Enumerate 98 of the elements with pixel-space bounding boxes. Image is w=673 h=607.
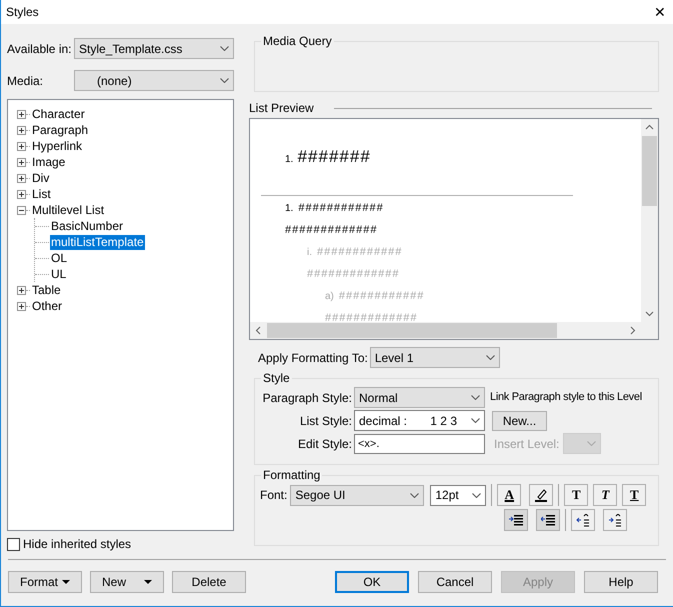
preview-text: ############ xyxy=(298,200,384,216)
tree-item[interactable]: Paragraph xyxy=(31,122,90,138)
field-label: Edit Style: xyxy=(296,436,352,452)
list-marker: a) xyxy=(325,290,334,304)
available-in-select[interactable]: Style_Template.css xyxy=(74,38,234,59)
preview-text: ############# xyxy=(307,266,400,282)
tree-item[interactable]: multiListTemplate xyxy=(50,234,145,250)
expand-icon[interactable] xyxy=(17,126,26,134)
increase-indent-button[interactable] xyxy=(504,509,528,531)
checkbox-label: Hide inherited styles xyxy=(23,536,132,553)
list-marker: 1. xyxy=(285,152,294,166)
preview-text: ############ xyxy=(317,244,402,260)
expand-icon[interactable] xyxy=(17,302,26,310)
move-right-button[interactable] xyxy=(603,509,627,531)
dropdown-caret-icon xyxy=(410,492,420,498)
preview-text: ############ xyxy=(338,288,424,304)
dropdown-caret-icon xyxy=(472,492,482,498)
tree-item[interactable]: Hyperlink xyxy=(31,138,84,154)
list-style-sample: 1 2 3 xyxy=(430,412,457,430)
section-title: List Preview xyxy=(249,100,314,117)
italic-icon: T xyxy=(601,488,610,502)
close-button[interactable]: ✕ xyxy=(654,4,666,20)
tree-item[interactable]: Div xyxy=(31,170,50,186)
dropdown-caret-icon xyxy=(220,46,229,51)
collapse-icon[interactable] xyxy=(17,206,26,214)
media-select[interactable]: (none) xyxy=(74,70,234,91)
dropdown-caret-icon xyxy=(471,395,480,400)
field-label: Media: xyxy=(7,72,44,90)
field-label: List Style: xyxy=(298,412,352,430)
horizontal-scrollbar[interactable] xyxy=(250,322,658,339)
field-label: Paragraph Style: xyxy=(262,390,352,406)
group-title: Style xyxy=(262,370,291,387)
italic-button[interactable]: T xyxy=(593,484,618,506)
font-select[interactable]: Segoe UI xyxy=(290,484,424,506)
preview-text: ############# xyxy=(285,222,378,238)
font-color-button[interactable]: A xyxy=(497,484,522,506)
highlight-button[interactable] xyxy=(529,484,554,506)
list-marker: 1. xyxy=(285,202,294,216)
tree-item[interactable]: Other xyxy=(31,298,64,314)
decrease-indent-icon xyxy=(541,514,555,526)
move-left-button[interactable] xyxy=(571,509,595,531)
dialog-button[interactable]: Cancel xyxy=(418,571,492,593)
dialog-button[interactable]: OK xyxy=(335,571,409,593)
group-title: Formatting xyxy=(262,467,322,484)
underline-button[interactable]: T xyxy=(622,484,646,506)
preview-text: ############# xyxy=(325,310,418,322)
tree-item[interactable]: Multilevel List xyxy=(31,202,106,218)
tree-item[interactable]: BasicNumber xyxy=(50,218,124,234)
dialog-button[interactable]: Delete xyxy=(172,571,246,593)
scrollbar-thumb[interactable] xyxy=(267,323,557,338)
expand-icon[interactable] xyxy=(17,190,26,198)
font-color-icon: A xyxy=(504,489,514,501)
list-marker: i. xyxy=(307,246,312,260)
field-label: Apply Formatting To: xyxy=(258,350,368,366)
caret-icon xyxy=(144,580,152,584)
tree-item[interactable]: Character xyxy=(31,106,86,122)
group-title: Media Query xyxy=(262,33,333,50)
tree-item[interactable]: List xyxy=(31,186,52,202)
menu-button[interactable]: Format xyxy=(8,571,82,593)
field-label: Insert Level: xyxy=(494,436,560,452)
dropdown-caret-icon xyxy=(486,355,495,360)
list-style-select[interactable]: decimal : 1 2 3 xyxy=(354,410,485,431)
menu-button[interactable]: New xyxy=(90,571,164,593)
preview-heading: ####### xyxy=(297,146,371,168)
expand-icon[interactable] xyxy=(17,158,26,166)
expand-icon[interactable] xyxy=(17,286,26,294)
tree-item[interactable]: UL xyxy=(50,266,68,282)
expand-icon[interactable] xyxy=(17,142,26,150)
paragraph-style-select[interactable]: Normal xyxy=(354,387,485,408)
tree-item[interactable]: OL xyxy=(50,250,68,266)
new-list-style-button[interactable]: New... xyxy=(492,410,547,430)
field-label: Available in: xyxy=(7,40,72,58)
move-left-icon xyxy=(576,514,590,526)
increase-indent-icon xyxy=(509,514,523,526)
field-label: Font: xyxy=(260,487,288,504)
move-right-icon xyxy=(608,514,622,526)
link-note: Link Paragraph style to this Level xyxy=(490,390,642,406)
bold-icon: T xyxy=(572,488,581,502)
decrease-indent-button[interactable] xyxy=(536,509,560,531)
level-select[interactable]: Level 1 xyxy=(370,347,500,368)
vertical-scrollbar[interactable] xyxy=(641,119,658,322)
highlighter-icon xyxy=(534,488,548,502)
dropdown-caret-icon xyxy=(587,441,596,446)
underline-icon: T xyxy=(630,488,639,502)
edit-style-field[interactable]: <x>. xyxy=(354,434,485,454)
dropdown-caret-icon xyxy=(220,78,229,83)
font-size-select[interactable]: 12pt xyxy=(430,484,486,506)
scrollbar-thumb[interactable] xyxy=(642,136,657,206)
tree-item[interactable]: Table xyxy=(31,282,62,298)
caret-icon xyxy=(62,580,70,584)
tree-item[interactable]: Image xyxy=(31,154,66,170)
window-title: Styles xyxy=(6,4,39,21)
dialog-button[interactable]: Help xyxy=(584,571,658,593)
checkbox[interactable] xyxy=(7,538,20,550)
expand-icon[interactable] xyxy=(17,174,26,182)
dropdown-caret-icon xyxy=(471,418,480,423)
bold-button[interactable]: T xyxy=(564,484,588,506)
expand-icon[interactable] xyxy=(17,110,26,118)
